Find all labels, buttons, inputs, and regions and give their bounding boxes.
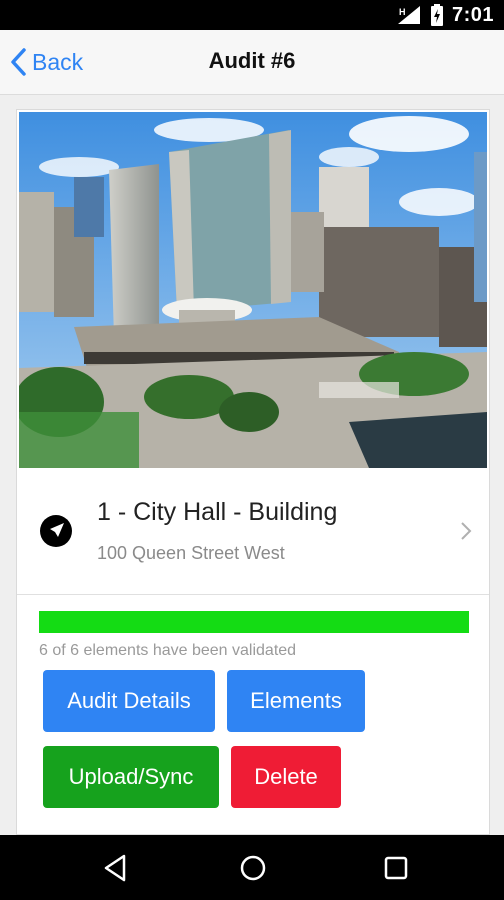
signal-icon: H xyxy=(397,6,420,24)
main-content: 1 - City Hall - Building 100 Queen Stree… xyxy=(0,95,504,835)
validation-status-text: 6 of 6 elements have been validated xyxy=(39,642,297,659)
battery-icon xyxy=(430,4,443,26)
audit-details-button[interactable]: Audit Details xyxy=(43,670,215,732)
home-circle-icon[interactable] xyxy=(238,853,268,883)
elements-button[interactable]: Elements xyxy=(227,670,365,732)
recents-square-icon[interactable] xyxy=(381,853,411,883)
location-row[interactable]: 1 - City Hall - Building 100 Queen Stree… xyxy=(17,470,489,595)
building-photo xyxy=(19,112,487,468)
delete-button[interactable]: Delete xyxy=(231,746,341,808)
status-time: 7:01 xyxy=(451,3,494,26)
status-icons: H 7:01 xyxy=(396,4,494,26)
svg-text:H: H xyxy=(399,7,406,17)
upload-sync-button[interactable]: Upload/Sync xyxy=(43,746,219,808)
location-name: 1 - City Hall - Building xyxy=(97,498,338,526)
status-bar: H 7:01 xyxy=(0,0,504,30)
progress-fill xyxy=(39,611,469,633)
navigation-arrow-icon xyxy=(40,515,72,547)
chevron-right-icon xyxy=(461,522,472,540)
page-title: Audit #6 xyxy=(208,48,296,73)
navigation-bar: Back Audit #6 xyxy=(0,30,504,95)
validation-progress-bar xyxy=(39,611,469,633)
audit-card: 1 - City Hall - Building 100 Queen Stree… xyxy=(16,109,490,835)
location-address: 100 Queen Street West xyxy=(97,543,285,563)
back-triangle-icon[interactable] xyxy=(100,853,130,883)
system-navigation-bar xyxy=(0,835,504,900)
